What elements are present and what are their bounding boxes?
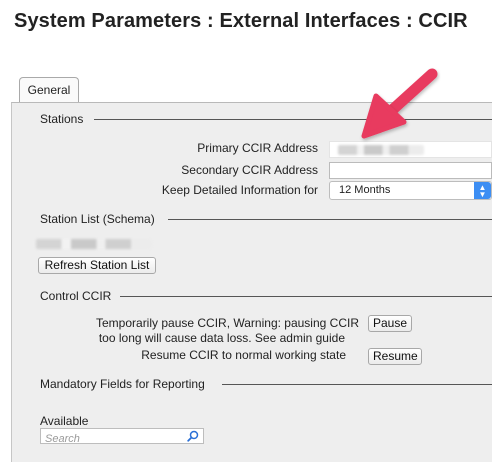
station-list-heading: Station List (Schema) <box>40 212 155 226</box>
secondary-ccir-field[interactable] <box>329 162 492 179</box>
search-input[interactable] <box>41 432 179 446</box>
search-field[interactable] <box>40 428 204 446</box>
pause-description-line1: Temporarily pause CCIR, Warning: pausing… <box>96 316 359 330</box>
stations-heading: Stations <box>40 112 84 126</box>
available-label: Available <box>40 414 89 428</box>
keep-info-value: 12 Months <box>339 184 391 196</box>
resume-description: Resume CCIR to normal working state <box>141 348 346 362</box>
station-list-divider <box>168 219 492 220</box>
redacted-station-list <box>36 239 152 249</box>
page-title: System Parameters : External Interfaces … <box>14 10 468 32</box>
refresh-station-list-button[interactable]: Refresh Station List <box>38 257 156 274</box>
keep-info-select[interactable]: 12 Months ▲ ▼ <box>329 181 492 200</box>
tab-general[interactable]: General <box>19 77 79 103</box>
mandatory-fields-heading: Mandatory Fields for Reporting <box>40 377 205 391</box>
primary-ccir-label: Primary CCIR Address <box>197 141 318 155</box>
resume-button[interactable]: Resume <box>368 348 422 365</box>
mandatory-fields-divider <box>222 384 492 385</box>
control-ccir-heading: Control CCIR <box>40 289 112 303</box>
secondary-ccir-label: Secondary CCIR Address <box>181 163 318 177</box>
keep-info-label: Keep Detailed Information for <box>161 183 318 197</box>
pause-button[interactable]: Pause <box>368 315 412 332</box>
control-ccir-divider <box>120 296 492 297</box>
chevron-updown-icon: ▲ ▼ <box>474 182 491 199</box>
pointer-arrow-icon <box>361 68 438 139</box>
pause-description-line2: too long will cause data loss. See admin… <box>98 331 345 345</box>
magnifier-icon[interactable] <box>187 430 199 442</box>
